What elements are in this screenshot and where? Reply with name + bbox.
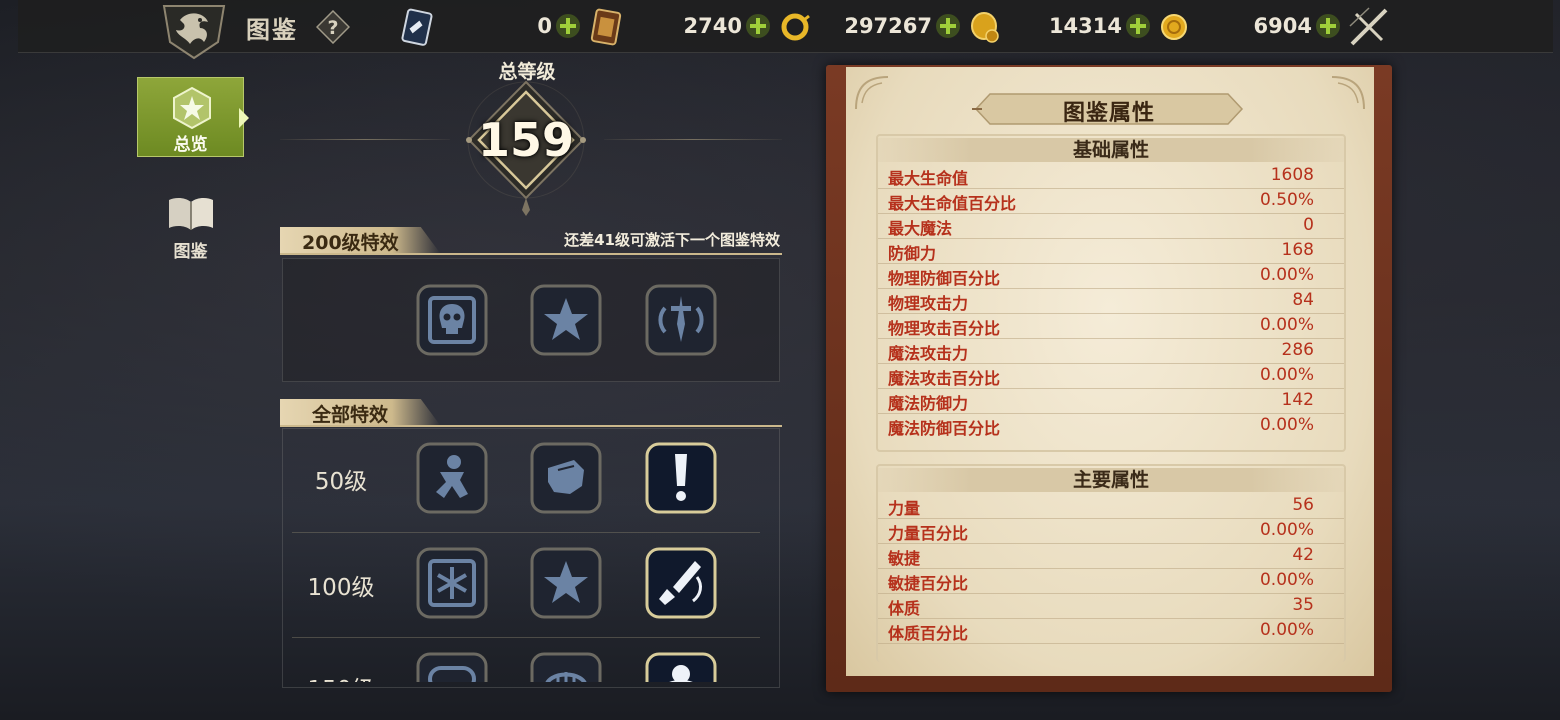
attr-row: 敏捷 42 bbox=[878, 543, 1344, 569]
currency-value: 0 bbox=[537, 14, 552, 38]
currency-ticket: 0 bbox=[398, 8, 584, 46]
special-effect-header: 200级特效 还差41级可激活下一个图鉴特效 bbox=[280, 227, 782, 255]
attr-row: 体质 35 bbox=[878, 593, 1344, 619]
row-level-label: 150级 bbox=[286, 670, 396, 682]
divider bbox=[604, 139, 782, 140]
row-level-label: 100级 bbox=[307, 575, 375, 601]
chain-icon bbox=[416, 652, 488, 682]
skill-slot[interactable] bbox=[530, 547, 602, 619]
gold-coin-icon bbox=[1158, 8, 1194, 46]
attr-row: 魔法攻击力 286 bbox=[878, 338, 1344, 364]
currency-scroll: 2740 bbox=[588, 8, 774, 46]
sidebar-item-label: 图鉴 bbox=[173, 242, 208, 262]
add-ring-button[interactable] bbox=[935, 13, 961, 39]
skill-slot[interactable] bbox=[530, 442, 602, 514]
attr-row: 防御力 168 bbox=[878, 238, 1344, 264]
skill-slot[interactable] bbox=[416, 652, 488, 682]
skill-slot[interactable] bbox=[416, 284, 488, 356]
add-scroll-button[interactable] bbox=[745, 13, 771, 39]
attr-row: 物理防御百分比 0.00% bbox=[878, 263, 1344, 289]
currency-gold-stack: 14314 bbox=[968, 8, 1154, 46]
attr-row: 魔法防御力 142 bbox=[878, 388, 1344, 414]
open-book-icon bbox=[167, 194, 215, 234]
divider bbox=[292, 637, 760, 638]
attr-row: 敏捷百分比 0.00% bbox=[878, 568, 1344, 594]
star-icon bbox=[530, 547, 602, 619]
attr-row: 魔法攻击百分比 0.00% bbox=[878, 363, 1344, 389]
corner-ornament-icon bbox=[1331, 76, 1365, 110]
running-figure-icon bbox=[416, 442, 488, 514]
attr-row: 力量 56 bbox=[878, 493, 1344, 519]
sword-cycle-icon bbox=[645, 284, 717, 356]
currency-value: 2740 bbox=[683, 14, 742, 38]
all-effects-list[interactable]: 50级 100级 bbox=[282, 428, 778, 682]
orb-icon bbox=[645, 652, 717, 682]
attr-row: 最大生命值 1608 bbox=[878, 163, 1344, 189]
skill-slot[interactable] bbox=[645, 284, 717, 356]
crystal-pillar-icon bbox=[645, 442, 717, 514]
skill-slot[interactable] bbox=[416, 547, 488, 619]
attr-row: 物理攻击力 84 bbox=[878, 288, 1344, 314]
svg-text:?: ? bbox=[327, 17, 338, 39]
currency-ring: 297267 bbox=[778, 8, 964, 46]
skill-slot[interactable] bbox=[645, 652, 717, 682]
attributes-title: 图鉴属性 bbox=[1062, 101, 1155, 126]
add-ticket-button[interactable] bbox=[555, 13, 581, 39]
skill-slot[interactable] bbox=[416, 442, 488, 514]
add-gold-stack-button[interactable] bbox=[1125, 13, 1151, 39]
snowflake-icon bbox=[416, 547, 488, 619]
attr-row: 物理攻击百分比 0.00% bbox=[878, 313, 1344, 339]
attr-row: 魔法防御百分比 0.00% bbox=[888, 415, 1314, 438]
unlock-hint: 还差41级可激活下一个图鉴特效 bbox=[564, 231, 780, 249]
ring-coin-icon bbox=[778, 8, 814, 46]
divider bbox=[292, 532, 760, 533]
attr-row: 力量百分比 0.00% bbox=[878, 518, 1344, 544]
skill-slot[interactable] bbox=[645, 547, 717, 619]
corner-ornament-icon bbox=[855, 76, 889, 110]
sidebar-item-overview[interactable]: 总览 bbox=[137, 77, 249, 157]
currency-gold: 6904 bbox=[1158, 8, 1344, 46]
section-title: 全部特效 bbox=[312, 404, 389, 426]
currency-value: 297267 bbox=[844, 14, 932, 38]
sidebar-item-label: 总览 bbox=[173, 135, 208, 155]
attr-row: 最大魔法 0 bbox=[878, 213, 1344, 239]
all-effects-header: 全部特效 bbox=[280, 399, 782, 427]
broken-sword-icon bbox=[645, 547, 717, 619]
currency-value: 6904 bbox=[1253, 14, 1312, 38]
star-icon bbox=[530, 284, 602, 356]
row-level-label: 50级 bbox=[314, 469, 368, 495]
active-indicator bbox=[239, 108, 249, 128]
group-heading: 主要属性 bbox=[878, 468, 1344, 492]
total-level-value: 159 bbox=[477, 113, 575, 167]
dragon-emblem-icon bbox=[160, 2, 228, 60]
skill-slot[interactable] bbox=[645, 442, 717, 514]
shell-icon bbox=[530, 652, 602, 682]
attr-row: 最大生命值百分比 0.50% bbox=[878, 188, 1344, 214]
currency-value: 14314 bbox=[1048, 14, 1122, 38]
main-attributes-group[interactable]: 主要属性 力量 56 力量百分比 0.00% 敏捷 42 敏捷百分比 0.00% 体质 3… bbox=[876, 464, 1346, 662]
ticket-card-icon bbox=[398, 8, 434, 46]
skill-slot[interactable] bbox=[530, 284, 602, 356]
skull-icon bbox=[416, 284, 488, 356]
divider bbox=[280, 139, 450, 140]
help-icon[interactable]: ? bbox=[315, 9, 351, 45]
hexagon-emblem-icon bbox=[170, 86, 214, 130]
fist-icon bbox=[530, 442, 602, 514]
close-icon[interactable] bbox=[1346, 4, 1392, 50]
section-title: 200级特效 bbox=[302, 232, 399, 254]
basic-attributes-group: 基础属性 最大生命值 1608 最大生命值百分比 0.50% 最大魔法 0 防御力 16… bbox=[876, 134, 1346, 452]
add-gold-button[interactable] bbox=[1315, 13, 1341, 39]
page-title: 图鉴 bbox=[246, 16, 298, 44]
scroll-card-icon bbox=[588, 8, 624, 46]
attr-row: 体质百分比 0.00% bbox=[878, 618, 1344, 644]
sidebar-item-codex[interactable]: 图鉴 bbox=[137, 190, 244, 265]
skill-slot[interactable] bbox=[530, 652, 602, 682]
group-heading: 基础属性 bbox=[878, 138, 1344, 162]
gold-coin-stack-icon bbox=[968, 8, 1004, 46]
